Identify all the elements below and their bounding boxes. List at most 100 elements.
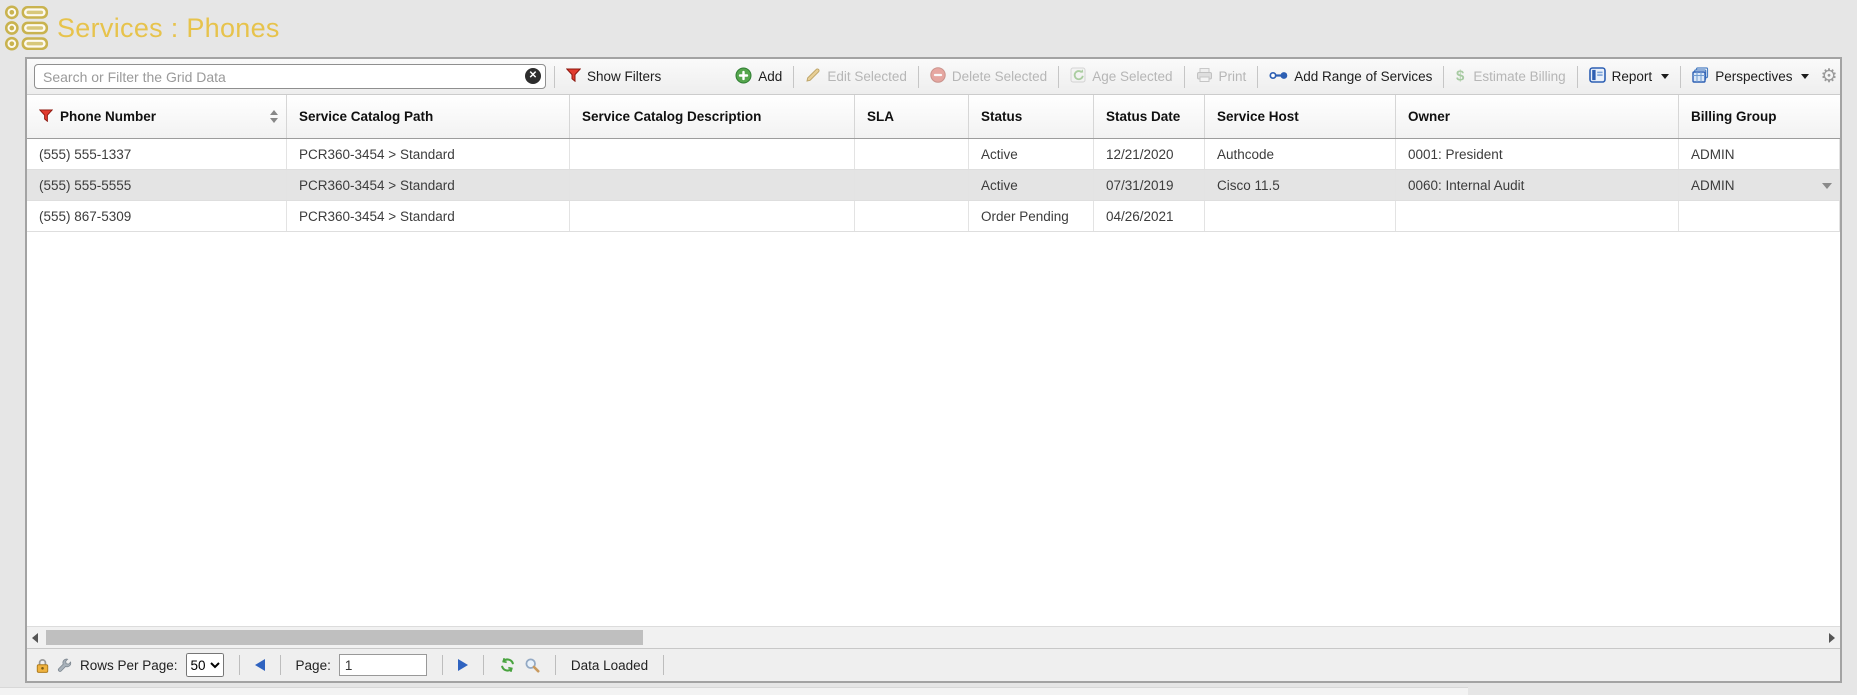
column-label: Status Date bbox=[1106, 109, 1180, 124]
perspectives-dropdown-button[interactable]: Perspectives bbox=[1689, 67, 1812, 86]
statusbar-separator bbox=[663, 655, 664, 675]
previous-page-icon[interactable] bbox=[255, 659, 265, 671]
cell-billing-group: ADMIN bbox=[1679, 170, 1840, 200]
scroll-right-icon[interactable] bbox=[1829, 633, 1835, 643]
next-page-icon[interactable] bbox=[458, 659, 468, 671]
grid-header: Phone Number Service Catalog Path Servic… bbox=[27, 95, 1840, 139]
toolbar-separator bbox=[1184, 66, 1185, 88]
rows-per-page-select[interactable]: 50 bbox=[186, 653, 224, 677]
print-button[interactable]: Print bbox=[1193, 67, 1250, 86]
toolbar-separator bbox=[1257, 66, 1258, 88]
sort-arrows-icon[interactable] bbox=[270, 110, 278, 123]
show-filters-label: Show Filters bbox=[587, 69, 661, 84]
cell-status-date: 04/26/2021 bbox=[1094, 201, 1205, 231]
column-label: Billing Group bbox=[1691, 109, 1777, 124]
report-dropdown-button[interactable]: Report bbox=[1586, 67, 1673, 86]
services-list-icon bbox=[3, 3, 50, 56]
age-refresh-icon bbox=[1070, 67, 1086, 86]
delete-selected-button[interactable]: Delete Selected bbox=[927, 67, 1050, 86]
rows-per-page-label: Rows Per Page: bbox=[80, 658, 178, 673]
column-label: Service Catalog Description bbox=[582, 109, 761, 124]
table-row[interactable]: (555) 555-5555 PCR360-3454 > Standard Ac… bbox=[27, 170, 1840, 201]
search-input[interactable] bbox=[34, 64, 546, 89]
cell-owner bbox=[1396, 201, 1679, 231]
add-button[interactable]: Add bbox=[732, 67, 785, 87]
svg-text:$: $ bbox=[1456, 68, 1465, 84]
cell-service-host: Cisco 11.5 bbox=[1205, 170, 1396, 200]
refresh-icon[interactable] bbox=[499, 657, 516, 673]
table-row[interactable]: (555) 867-5309 PCR360-3454 > Standard Or… bbox=[27, 201, 1840, 232]
statusbar-separator bbox=[442, 655, 443, 675]
cell-status: Active bbox=[969, 170, 1094, 200]
add-icon bbox=[735, 67, 752, 87]
search-wrap: ✕ bbox=[34, 64, 546, 89]
edit-selected-label: Edit Selected bbox=[827, 69, 907, 84]
toolbar-separator bbox=[554, 66, 555, 88]
lock-icon[interactable] bbox=[36, 658, 49, 673]
edit-selected-button[interactable]: Edit Selected bbox=[802, 67, 910, 86]
search-clear-icon[interactable]: ✕ bbox=[525, 68, 541, 84]
print-label: Print bbox=[1219, 69, 1247, 84]
cell-service-catalog-path: PCR360-3454 > Standard bbox=[287, 201, 570, 231]
column-header-status[interactable]: Status bbox=[969, 95, 1094, 138]
column-header-sla[interactable]: SLA bbox=[855, 95, 969, 138]
page-title: Services : Phones bbox=[57, 13, 280, 44]
bottom-edge-strip bbox=[0, 687, 1468, 695]
column-header-phone-number[interactable]: Phone Number bbox=[27, 95, 287, 138]
column-label: Service Host bbox=[1217, 109, 1299, 124]
page-label: Page: bbox=[296, 658, 331, 673]
cell-phone-number: (555) 867-5309 bbox=[27, 201, 287, 231]
page-number-input[interactable] bbox=[339, 654, 427, 676]
lookup-magnifier-icon[interactable] bbox=[524, 657, 540, 673]
cell-billing-group bbox=[1679, 201, 1840, 231]
cell-service-catalog-description bbox=[570, 201, 855, 231]
estimate-billing-button[interactable]: $ Estimate Billing bbox=[1452, 67, 1568, 86]
cell-status: Order Pending bbox=[969, 201, 1094, 231]
add-range-of-services-label: Add Range of Services bbox=[1294, 69, 1432, 84]
horizontal-scrollbar[interactable] bbox=[27, 626, 1840, 648]
estimate-billing-dollar-icon: $ bbox=[1455, 67, 1467, 86]
perspectives-label: Perspectives bbox=[1715, 69, 1792, 84]
cell-service-catalog-path: PCR360-3454 > Standard bbox=[287, 170, 570, 200]
column-header-service-catalog-path[interactable]: Service Catalog Path bbox=[287, 95, 570, 138]
column-filter-funnel-icon bbox=[39, 109, 53, 125]
toolbar-separator bbox=[1577, 66, 1578, 88]
row-menu-arrow-icon[interactable] bbox=[1822, 183, 1832, 189]
report-icon bbox=[1589, 67, 1606, 86]
column-label: Service Catalog Path bbox=[299, 109, 433, 124]
scrollbar-thumb[interactable] bbox=[46, 630, 643, 645]
add-label: Add bbox=[758, 69, 782, 84]
column-header-service-catalog-description[interactable]: Service Catalog Description bbox=[570, 95, 855, 138]
column-header-status-date[interactable]: Status Date bbox=[1094, 95, 1205, 138]
statusbar-separator bbox=[555, 655, 556, 675]
column-header-billing-group[interactable]: Billing Group bbox=[1679, 95, 1840, 138]
cell-owner: 0060: Internal Audit bbox=[1396, 170, 1679, 200]
wrench-icon[interactable] bbox=[57, 658, 72, 673]
scroll-left-icon[interactable] bbox=[32, 633, 38, 643]
column-header-service-host[interactable]: Service Host bbox=[1205, 95, 1396, 138]
chevron-down-icon bbox=[1801, 74, 1809, 79]
cell-service-catalog-description bbox=[570, 139, 855, 169]
report-label: Report bbox=[1612, 69, 1653, 84]
grid-panel: ✕ Show Filters Add Edit Selected bbox=[25, 57, 1842, 683]
age-selected-button[interactable]: Age Selected bbox=[1067, 67, 1175, 86]
status-text: Data Loaded bbox=[571, 658, 648, 673]
cell-owner: 0001: President bbox=[1396, 139, 1679, 169]
cell-phone-number: (555) 555-1337 bbox=[27, 139, 287, 169]
column-label: Phone Number bbox=[60, 109, 156, 124]
column-label: SLA bbox=[867, 109, 894, 124]
add-range-of-services-button[interactable]: Add Range of Services bbox=[1266, 69, 1435, 84]
column-label: Owner bbox=[1408, 109, 1450, 124]
delete-minus-icon bbox=[930, 67, 946, 86]
column-label: Status bbox=[981, 109, 1022, 124]
cell-service-catalog-description bbox=[570, 170, 855, 200]
table-row[interactable]: (555) 555-1337 PCR360-3454 > Standard Ac… bbox=[27, 139, 1840, 170]
print-icon bbox=[1196, 67, 1213, 86]
gear-icon[interactable]: ⚙ bbox=[1820, 67, 1837, 86]
show-filters-button[interactable]: Show Filters bbox=[563, 68, 664, 85]
delete-selected-label: Delete Selected bbox=[952, 69, 1047, 84]
cell-sla bbox=[855, 170, 969, 200]
toolbar-separator bbox=[1058, 66, 1059, 88]
column-header-owner[interactable]: Owner bbox=[1396, 95, 1679, 138]
cell-phone-number: (555) 555-5555 bbox=[27, 170, 287, 200]
